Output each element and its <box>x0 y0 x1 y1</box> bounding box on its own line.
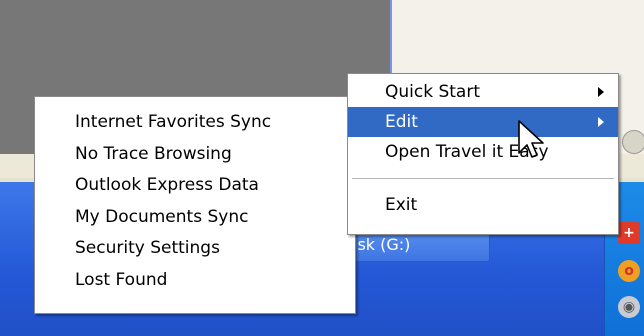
menu-item-quick-start[interactable]: Quick Start <box>348 77 618 107</box>
menu-item-exit[interactable]: Exit <box>348 190 618 220</box>
menu-item-lost-found[interactable]: Lost Found <box>35 265 355 297</box>
scroll-knob-icon <box>622 130 644 154</box>
menu-item-no-trace-browsing[interactable]: No Trace Browsing <box>35 139 355 171</box>
menu-item-internet-favorites-sync[interactable]: Internet Favorites Sync <box>35 107 355 139</box>
menu-item-label: Quick Start <box>385 82 481 102</box>
menu-item-label: Edit <box>385 112 418 132</box>
menu-item-edit[interactable]: Edit <box>348 107 618 137</box>
menu-item-label: Exit <box>385 195 418 215</box>
menu-item-outlook-express-data[interactable]: Outlook Express Data <box>35 170 355 202</box>
chevron-right-icon <box>598 117 604 127</box>
mouse-cursor-icon <box>518 120 544 158</box>
menu-separator <box>352 178 614 179</box>
menu-item-label: No Trace Browsing <box>75 143 232 164</box>
tray-context-menu: Quick Start Edit Open Travel it Easy Exi… <box>347 73 619 235</box>
red-plus-icon[interactable]: + <box>618 222 640 244</box>
grey-disc-icon[interactable]: ◉ <box>618 296 640 318</box>
menu-item-my-documents-sync[interactable]: My Documents Sync <box>35 202 355 234</box>
menu-item-label: My Documents Sync <box>75 206 249 227</box>
chevron-right-icon <box>598 87 604 97</box>
orange-ring-icon[interactable]: o <box>618 260 640 282</box>
menu-item-open-travel-it-easy[interactable]: Open Travel it Easy <box>348 137 618 167</box>
menu-item-label: Security Settings <box>75 238 220 258</box>
taskbar-button-label: isk (G:) <box>353 235 411 254</box>
menu-item-label: Outlook Express Data <box>75 175 259 195</box>
menu-item-label: Lost Found <box>75 269 168 290</box>
edit-submenu: Internet Favorites Sync No Trace Browsin… <box>34 96 356 314</box>
menu-item-security-settings[interactable]: Security Settings <box>35 233 355 265</box>
menu-item-label: Internet Favorites Sync <box>75 112 272 132</box>
